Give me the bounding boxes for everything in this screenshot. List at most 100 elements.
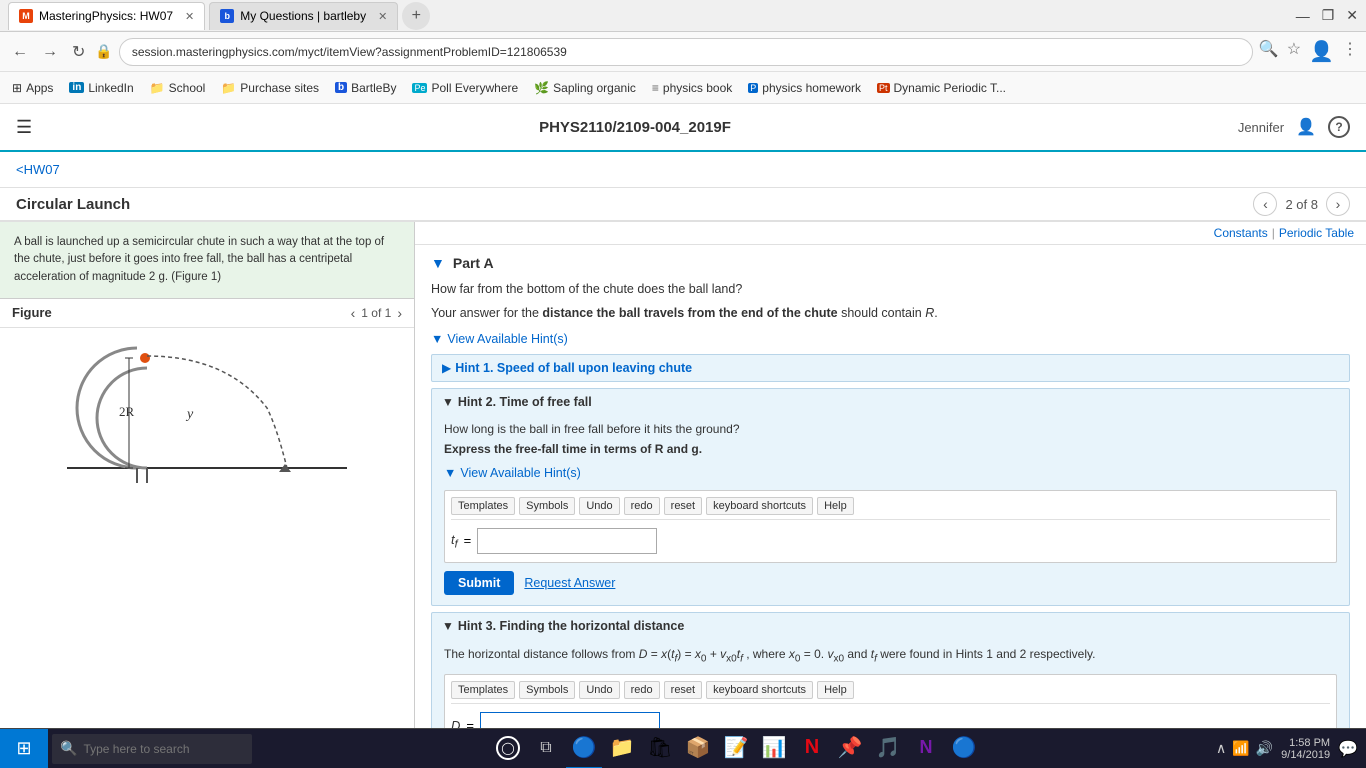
figure-diagram: y 2R <box>67 328 347 488</box>
back-button[interactable]: ← <box>8 41 32 63</box>
restore-button[interactable]: ❐ <box>1322 7 1335 24</box>
user-icon[interactable]: 👤 <box>1309 39 1334 64</box>
undo-button-3[interactable]: Undo <box>579 681 619 699</box>
network-icon: 📶 <box>1232 740 1249 757</box>
start-button[interactable]: ⊞ <box>0 729 48 768</box>
page-count: 2 of 8 <box>1285 197 1318 212</box>
next-page-button[interactable]: › <box>1326 192 1350 216</box>
hint-2-view-sub-hints[interactable]: ▼ View Available Hint(s) <box>444 464 581 482</box>
task-app-extra[interactable]: 🔵 <box>946 729 982 768</box>
task-cortana[interactable]: ◯ <box>490 729 526 768</box>
figure-next-button[interactable]: › <box>397 305 402 321</box>
new-tab-button[interactable]: + <box>402 2 430 30</box>
hw07-breadcrumb-link[interactable]: <HW07 <box>16 162 60 177</box>
mastering-tab-close[interactable]: ✕ <box>185 10 194 23</box>
task-amazon[interactable]: 📦 <box>680 729 716 768</box>
task-excel[interactable]: 📊 <box>756 729 792 768</box>
periodic-table-link[interactable]: Periodic Table <box>1279 226 1354 240</box>
hint-2-math-input: Templates Symbols Undo redo reset keyboa… <box>444 490 1337 563</box>
bookmark-linkedin[interactable]: in LinkedIn <box>65 79 137 97</box>
hint-2-header[interactable]: ▼ Hint 2. Time of free fall <box>432 389 1349 415</box>
bookmark-sapling[interactable]: 🌿 Sapling organic <box>530 79 640 97</box>
task-file-explorer[interactable]: 📁 <box>604 729 640 768</box>
figure-prev-button[interactable]: ‹ <box>351 305 356 321</box>
help-icon[interactable]: ? <box>1328 116 1350 138</box>
hint-2-title: Hint 2. Time of free fall <box>458 395 592 409</box>
keyboard-button-3[interactable]: keyboard shortcuts <box>706 681 813 699</box>
hint-2-request-answer-button[interactable]: Request Answer <box>524 576 615 590</box>
bookmark-school[interactable]: 📁 School <box>146 79 210 97</box>
hint-1-header[interactable]: ▶ Hint 1. Speed of ball upon leaving chu… <box>432 355 1349 381</box>
task-netflix[interactable]: N <box>794 729 830 768</box>
hint-3-header[interactable]: ▼ Hint 3. Finding the horizontal distanc… <box>432 613 1349 639</box>
address-input[interactable] <box>119 38 1253 66</box>
tab-mastering[interactable]: M MasteringPhysics: HW07 ✕ <box>8 2 205 30</box>
notification-icon[interactable]: 💬 <box>1338 739 1358 759</box>
hint-3-title: Hint 3. Finding the horizontal distance <box>458 619 684 633</box>
sapling-icon: 🌿 <box>534 81 549 95</box>
close-button[interactable]: ✕ <box>1346 7 1358 24</box>
bartleby-tab-close[interactable]: ✕ <box>378 10 387 23</box>
bookmark-poll-everywhere[interactable]: Pe Poll Everywhere <box>408 79 522 97</box>
view-hints-button[interactable]: ▼ View Available Hint(s) <box>431 330 568 348</box>
redo-button-2[interactable]: redo <box>624 497 660 515</box>
bookmark-physics-hw[interactable]: P physics homework <box>744 79 865 97</box>
symbols-button-3[interactable]: Symbols <box>519 681 575 699</box>
breadcrumb: <HW07 <box>0 152 1366 188</box>
undo-button-2[interactable]: Undo <box>579 497 619 515</box>
bookmark-dynamic-periodic[interactable]: Pt Dynamic Periodic T... <box>873 79 1010 97</box>
taskbar-search-icon: 🔍 <box>60 740 77 757</box>
keyboard-button-2[interactable]: keyboard shortcuts <box>706 497 813 515</box>
templates-button-3[interactable]: Templates <box>451 681 515 699</box>
mastering-tab-label: MasteringPhysics: HW07 <box>39 9 173 23</box>
symbols-button-2[interactable]: Symbols <box>519 497 575 515</box>
task-itunes[interactable]: 🎵 <box>870 729 906 768</box>
bookmark-purchase-sites[interactable]: 📁 Purchase sites <box>217 79 323 97</box>
menu-icon[interactable]: ⋮ <box>1342 39 1358 64</box>
hint-2-body: How long is the ball in free fall before… <box>432 415 1349 605</box>
apps-grid-icon: ⊞ <box>12 81 22 95</box>
constants-separator: | <box>1272 226 1275 240</box>
redo-button-3[interactable]: redo <box>624 681 660 699</box>
bookmark-star-icon[interactable]: ☆ <box>1287 39 1301 64</box>
tab-bartleby[interactable]: b My Questions | bartleby ✕ <box>209 2 398 30</box>
search-icon[interactable]: 🔍 <box>1259 39 1279 64</box>
hamburger-menu[interactable]: ☰ <box>16 117 32 138</box>
templates-button-2[interactable]: Templates <box>451 497 515 515</box>
chevron-up-icon[interactable]: ∧ <box>1216 740 1226 757</box>
refresh-button[interactable]: ↻ <box>68 40 89 64</box>
task-store[interactable]: 🛍 <box>642 729 678 768</box>
taskbar-search-input[interactable] <box>83 742 223 756</box>
task-sticky-notes[interactable]: 📌 <box>832 729 868 768</box>
main-content: A ball is launched up a semicircular chu… <box>0 222 1366 768</box>
app-extra-icon: 🔵 <box>952 735 977 760</box>
bookmark-bartleby[interactable]: b BartleBy <box>331 79 400 97</box>
reset-button-2[interactable]: reset <box>664 497 702 515</box>
task-word[interactable]: 📝 <box>718 729 754 768</box>
time-block: 1:58 PM 9/14/2019 <box>1281 737 1330 761</box>
volume-icon[interactable]: 🔊 <box>1256 740 1273 757</box>
figure-content: y 2R <box>0 328 414 488</box>
address-bar-icons: 🔍 ☆ 👤 ⋮ <box>1259 39 1358 64</box>
task-chrome[interactable]: 🔵 <box>566 729 602 768</box>
bookmark-apps[interactable]: ⊞ Apps <box>8 79 57 97</box>
help-button-2[interactable]: Help <box>817 497 854 515</box>
task-task-view[interactable]: ⧉ <box>528 729 564 768</box>
prev-page-button[interactable]: ‹ <box>1253 192 1277 216</box>
hint-2-submit-button[interactable]: Submit <box>444 571 514 595</box>
part-a-collapse-arrow[interactable]: ▼ <box>431 255 445 271</box>
page-navigation: ‹ 2 of 8 › <box>1253 192 1350 216</box>
constants-link[interactable]: Constants <box>1214 226 1268 240</box>
figure-nav: ‹ 1 of 1 › <box>351 305 402 321</box>
user-profile-icon[interactable]: 👤 <box>1296 117 1316 137</box>
forward-button[interactable]: → <box>38 41 62 63</box>
file-explorer-icon: 📁 <box>610 735 635 760</box>
minimize-button[interactable]: — <box>1296 7 1310 24</box>
hint-3-arrow: ▼ <box>442 619 454 633</box>
task-onenote[interactable]: N <box>908 729 944 768</box>
window-controls: — ❐ ✕ <box>1296 7 1358 24</box>
reset-button-3[interactable]: reset <box>664 681 702 699</box>
help-button-3[interactable]: Help <box>817 681 854 699</box>
hint-2-eq-input[interactable] <box>477 528 657 554</box>
bookmark-physics-book[interactable]: ≡ physics book <box>648 79 736 97</box>
